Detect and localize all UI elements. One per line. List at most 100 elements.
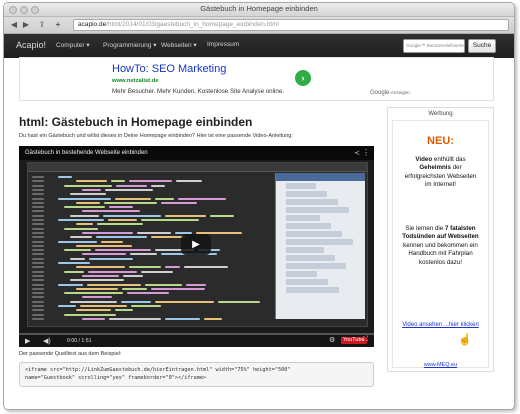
file-row — [286, 255, 335, 261]
line-number — [32, 176, 44, 178]
fullscreen-icon[interactable]: ⛶ — [363, 336, 368, 344]
code-line-mark — [123, 274, 143, 277]
code-line-mark — [121, 300, 151, 303]
nav-item-impressum[interactable]: Impressum — [207, 41, 239, 48]
ad-description: Mehr Besucher. Mehr Kunden. Kostenlose S… — [112, 88, 284, 95]
code-line-mark — [165, 266, 180, 269]
screenshot: Gästebuch in Homepage einbinden ◀ ▶ ⇪ + … — [0, 0, 520, 414]
file-row — [286, 287, 339, 293]
code-line-mark — [122, 287, 147, 290]
share-icon[interactable]: ≺ — [354, 149, 360, 157]
line-number — [32, 253, 44, 256]
code-line-mark — [186, 283, 206, 286]
sidebar-p1-bold: Geheimnis — [419, 164, 451, 172]
code-line-mark — [82, 188, 101, 191]
line-number — [32, 214, 44, 217]
site-search-button[interactable]: Suche — [468, 39, 496, 53]
code-line-mark — [97, 223, 143, 226]
sidebar-p1-pre: Video — [415, 156, 433, 163]
file-row — [286, 207, 349, 213]
code-line-mark — [161, 201, 197, 204]
line-number — [32, 223, 44, 226]
code-line-mark — [64, 184, 112, 187]
line-number — [32, 184, 44, 187]
nav-item-webseiten[interactable]: Webseiten ▾ — [161, 41, 197, 49]
code-line-mark — [64, 227, 98, 230]
line-number — [32, 219, 44, 221]
line-number — [32, 317, 44, 320]
video-title[interactable]: Gästebuch in bestehende Webseite einbind… — [25, 150, 148, 156]
address-bar[interactable]: acapio.de/html/2014/01/03/gaestebuch_in_… — [73, 19, 509, 31]
nav-item-computer[interactable]: Computer ▾ — [56, 41, 90, 49]
sidebar-p2-post: kennen und bekommen ein Handbuch mit Fah… — [403, 241, 478, 266]
code-line-mark — [76, 223, 93, 226]
code-line-mark — [129, 266, 161, 269]
sidebar-video-link[interactable]: Video ansehen ...hier klicken — [397, 321, 484, 329]
editor-tabs — [28, 163, 367, 172]
line-number — [32, 287, 44, 290]
code-line-mark — [64, 292, 123, 295]
window-title: Gästebuch in Homepage einbinden — [200, 4, 318, 13]
code-caption: Der passende Quelltext aus dem Beispiel: — [19, 351, 122, 357]
site-search-input[interactable]: Google™ Benutzerdefinierte Suche — [403, 39, 465, 53]
forward-icon[interactable]: ▶ — [21, 20, 31, 30]
ad-url[interactable]: www.netzalist.de — [112, 78, 159, 84]
code-line-mark — [151, 287, 205, 290]
code-line-mark — [155, 197, 174, 200]
settings-icon[interactable]: ⚙ — [329, 336, 335, 344]
file-row — [286, 223, 331, 229]
line-number — [32, 257, 44, 260]
code-line-mark — [115, 197, 151, 200]
play-button-icon[interactable]: ▶ — [181, 234, 211, 255]
code-line-mark — [70, 193, 106, 196]
volume-icon[interactable]: ◀) — [43, 337, 51, 345]
nav-item-programmierung[interactable]: Programmierung ▾ — [103, 41, 156, 49]
file-row — [286, 215, 320, 221]
code-line-mark — [127, 292, 169, 295]
google-ads-suffix: -Anzeigen — [389, 90, 410, 95]
code-line-mark — [129, 180, 172, 183]
sidebar-new-badge: NEU: — [427, 135, 454, 147]
chevron-right-icon[interactable]: › — [295, 70, 311, 86]
ad-google-label: Google-Anzeigen — [370, 90, 410, 96]
code-line-mark — [151, 236, 185, 239]
code-line-mark — [130, 253, 157, 256]
line-number — [32, 206, 44, 209]
ad-banner[interactable]: HowTo: SEO Marketing www.netzalist.de Me… — [19, 57, 494, 101]
code-line-mark — [58, 305, 76, 307]
site-brand[interactable]: Acapio! — [16, 40, 46, 50]
browser-toolbar: ◀ ▶ ⇪ + acapio.de/html/2014/01/03/gaeste… — [4, 17, 514, 34]
file-row — [286, 263, 346, 269]
line-number — [32, 313, 44, 316]
url-path: /html/2014/01/03/gaestebuch_in_homepage_… — [106, 21, 279, 28]
sidebar-ad: Werbung NEU: Video enthüllt das Geheimni… — [387, 107, 494, 372]
sidebar-footer-link[interactable]: www.MEQ.eu — [388, 362, 493, 368]
code-line-mark — [70, 279, 124, 282]
google-logo-text: Google — [370, 90, 390, 96]
code-line-mark — [109, 206, 133, 209]
share-icon[interactable]: ⇪ — [36, 20, 48, 30]
line-number — [32, 227, 44, 230]
ad-headline[interactable]: HowTo: SEO Marketing — [112, 63, 226, 75]
code-line-mark — [184, 266, 228, 269]
code-line-mark — [87, 283, 141, 286]
title-bar: Gästebuch in Homepage einbinden — [4, 3, 514, 17]
code-line-mark — [178, 197, 226, 200]
video-progress-bar[interactable] — [19, 333, 374, 335]
line-number — [32, 244, 44, 247]
back-icon[interactable]: ◀ — [9, 20, 19, 30]
sidebar-paragraph-2: Sie lernen die 7 fatalsten Todsünden auf… — [401, 225, 480, 267]
more-icon[interactable]: ⋮ — [362, 148, 370, 157]
video-controls: ▶ ◀) 0:00 / 1:51 ⚙ YouTube ⛶ — [19, 333, 374, 347]
code-line-mark — [58, 240, 97, 243]
code-line: <iframe src="http://LinkZumGaestebuch.de… — [25, 367, 291, 373]
intro-text: Du hast ein Gästebuch und willst dieses … — [19, 133, 293, 139]
code-line-mark — [88, 270, 137, 273]
code-line-mark — [116, 184, 147, 187]
play-icon[interactable]: ▶ — [25, 337, 30, 345]
file-row — [286, 231, 342, 237]
sidebar-ad-box[interactable]: NEU: Video enthüllt das Geheimnis der er… — [392, 120, 489, 368]
code-line-mark — [70, 300, 117, 303]
add-icon[interactable]: + — [52, 20, 64, 30]
line-number — [32, 210, 44, 213]
